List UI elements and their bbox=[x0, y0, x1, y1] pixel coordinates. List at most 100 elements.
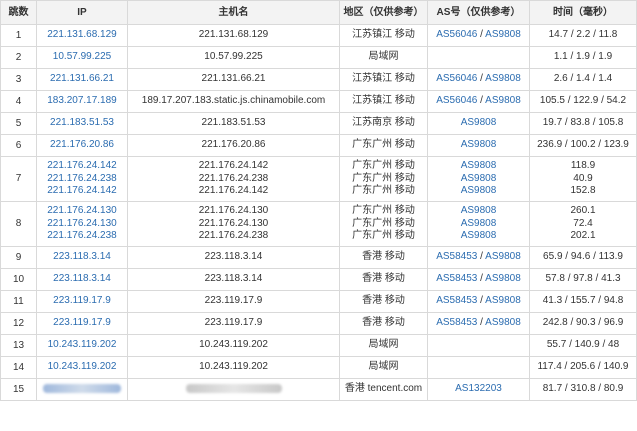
table-row: 15 香港 tencent.com AS132203 81.7 / 310.8 / 8… bbox=[0, 378, 637, 401]
traceroute-table: 跳数 IP 主机名 地区（仅供参考） AS号（仅供参考） 时间（毫秒） 1 221… bbox=[0, 0, 637, 401]
ip-link[interactable]: 223.119.17.9 bbox=[53, 295, 111, 306]
as-separator: / bbox=[477, 29, 486, 41]
time-text: 152.8 bbox=[570, 185, 596, 197]
hop-number: 13 bbox=[12, 339, 25, 351]
ip-link[interactable]: 10.243.119.202 bbox=[48, 339, 117, 350]
as-cell: AS56046 / AS9808 bbox=[427, 24, 530, 47]
region-cell: 江苏南京 移动 bbox=[339, 112, 428, 135]
ip-cell: 10.243.119.202 bbox=[36, 334, 128, 357]
as-link[interactable]: AS56046 bbox=[436, 73, 477, 84]
as-link[interactable]: AS9808 bbox=[461, 173, 497, 184]
ip-link[interactable]: 221.176.24.142 bbox=[47, 160, 117, 171]
hostname-text: 221.131.66.21 bbox=[201, 73, 266, 85]
hop-number: 8 bbox=[15, 218, 22, 229]
as-link[interactable]: AS9808 bbox=[485, 273, 521, 284]
region-cell: 香港 移动 bbox=[339, 268, 428, 291]
region-text: 香港 移动 bbox=[362, 251, 405, 263]
hop-number: 7 bbox=[15, 173, 22, 184]
hop-cell: 6 bbox=[0, 134, 37, 157]
time-text: 81.7 / 310.8 / 80.9 bbox=[542, 383, 624, 395]
region-cell: 广东广州 移动 bbox=[339, 134, 428, 157]
as-link[interactable]: AS9808 bbox=[461, 160, 497, 171]
as-link[interactable]: AS9808 bbox=[461, 205, 497, 216]
redacted-ip bbox=[43, 384, 121, 394]
ip-cell: 223.118.3.14 bbox=[36, 246, 128, 269]
region-text: 广东广州 移动 bbox=[352, 205, 415, 217]
hop-cell: 10 bbox=[0, 268, 37, 291]
hostname-cell: 221.176.20.86 bbox=[127, 134, 340, 157]
as-link[interactable]: AS9808 bbox=[461, 218, 497, 229]
ip-link[interactable]: 221.131.66.21 bbox=[50, 73, 114, 84]
hop-number: 12 bbox=[12, 317, 25, 329]
as-link[interactable]: AS58453 bbox=[436, 317, 477, 328]
as-link[interactable]: AS9808 bbox=[485, 295, 521, 306]
hostname-text: 221.176.24.130 bbox=[198, 205, 269, 217]
region-cell: 广东广州 移动 广东广州 移动 广东广州 移动 bbox=[339, 201, 428, 247]
as-cell: AS58453 / AS9808 bbox=[427, 246, 530, 269]
ip-link[interactable]: 223.119.17.9 bbox=[53, 317, 111, 328]
as-cell: AS58453 / AS9808 bbox=[427, 312, 530, 335]
as-link[interactable]: AS132203 bbox=[455, 383, 502, 394]
header-host: 主机名 bbox=[127, 0, 340, 25]
region-cell: 香港 移动 bbox=[339, 290, 428, 313]
table-row: 10 223.118.3.14 223.118.3.14 香港 移动 AS58453 /… bbox=[0, 268, 637, 291]
time-cell: 65.9 / 94.6 / 113.9 bbox=[529, 246, 637, 269]
header-ip: IP bbox=[36, 0, 128, 25]
as-link[interactable]: AS9808 bbox=[485, 251, 521, 262]
region-cell: 香港 tencent.com bbox=[339, 378, 428, 401]
as-link[interactable]: AS9808 bbox=[485, 29, 521, 40]
time-text: 242.8 / 90.3 / 96.9 bbox=[542, 317, 624, 329]
ip-link[interactable]: 221.131.68.129 bbox=[47, 29, 117, 40]
time-cell: 236.9 / 100.2 / 123.9 bbox=[529, 134, 637, 157]
as-link[interactable]: AS58453 bbox=[436, 295, 477, 306]
as-link[interactable]: AS58453 bbox=[436, 251, 477, 262]
ip-link[interactable]: 221.176.24.238 bbox=[47, 230, 117, 241]
time-text: 118.9 bbox=[570, 160, 596, 172]
ip-link[interactable]: 221.183.51.53 bbox=[50, 117, 114, 128]
as-link[interactable]: AS9808 bbox=[485, 95, 521, 106]
hop-cell: 14 bbox=[0, 356, 37, 379]
time-text: 260.1 bbox=[570, 205, 596, 217]
as-cell: AS132203 bbox=[427, 378, 530, 401]
region-cell: 香港 移动 bbox=[339, 246, 428, 269]
region-text: 香港 移动 bbox=[362, 273, 405, 285]
hop-cell: 13 bbox=[0, 334, 37, 357]
ip-link[interactable]: 10.57.99.225 bbox=[53, 51, 111, 62]
as-link[interactable]: AS56046 bbox=[436, 95, 477, 106]
time-text: 65.9 / 94.6 / 113.9 bbox=[543, 251, 623, 263]
ip-link[interactable]: 221.176.20.86 bbox=[50, 139, 114, 150]
region-text: 广东广州 移动 bbox=[352, 230, 415, 242]
as-link[interactable]: AS9808 bbox=[461, 117, 497, 128]
ip-link[interactable]: 223.118.3.14 bbox=[53, 251, 111, 262]
as-link[interactable]: AS56046 bbox=[436, 29, 477, 40]
as-link[interactable]: AS9808 bbox=[461, 139, 497, 150]
time-text: 105.5 / 122.9 / 54.2 bbox=[539, 95, 627, 107]
as-link[interactable]: AS58453 bbox=[436, 273, 477, 284]
ip-link[interactable]: 221.176.24.238 bbox=[47, 173, 117, 184]
hostname-cell: 221.131.66.21 bbox=[127, 68, 340, 91]
as-separator: / bbox=[477, 95, 486, 107]
ip-link[interactable]: 183.207.17.189 bbox=[47, 95, 117, 106]
time-text: 57.8 / 97.8 / 41.3 bbox=[545, 273, 621, 285]
hostname-cell: 223.118.3.14 bbox=[127, 268, 340, 291]
time-text: 117.4 / 205.6 / 140.9 bbox=[537, 361, 629, 373]
time-cell: 242.8 / 90.3 / 96.9 bbox=[529, 312, 637, 335]
region-text: 广东广州 移动 bbox=[352, 160, 415, 172]
as-link[interactable]: AS9808 bbox=[485, 73, 521, 84]
hop-cell: 12 bbox=[0, 312, 37, 335]
ip-link[interactable]: 221.176.24.142 bbox=[47, 185, 117, 196]
ip-link[interactable]: 10.243.119.202 bbox=[48, 361, 117, 372]
as-link[interactable]: AS9808 bbox=[461, 185, 497, 196]
ip-link[interactable]: 221.176.24.130 bbox=[47, 205, 117, 216]
region-text: 局域网 bbox=[368, 339, 399, 351]
as-link[interactable]: AS9808 bbox=[485, 317, 521, 328]
region-text: 广东广州 移动 bbox=[352, 185, 415, 197]
as-link[interactable]: AS9808 bbox=[461, 230, 497, 241]
region-text: 江苏镇江 移动 bbox=[352, 73, 415, 85]
hostname-cell: 10.243.119.202 bbox=[127, 356, 340, 379]
hostname-cell bbox=[127, 378, 340, 401]
ip-link[interactable]: 221.176.24.130 bbox=[47, 218, 117, 229]
hop-number: 11 bbox=[13, 295, 24, 307]
hop-cell: 3 bbox=[0, 68, 37, 91]
ip-link[interactable]: 223.118.3.14 bbox=[53, 273, 111, 284]
